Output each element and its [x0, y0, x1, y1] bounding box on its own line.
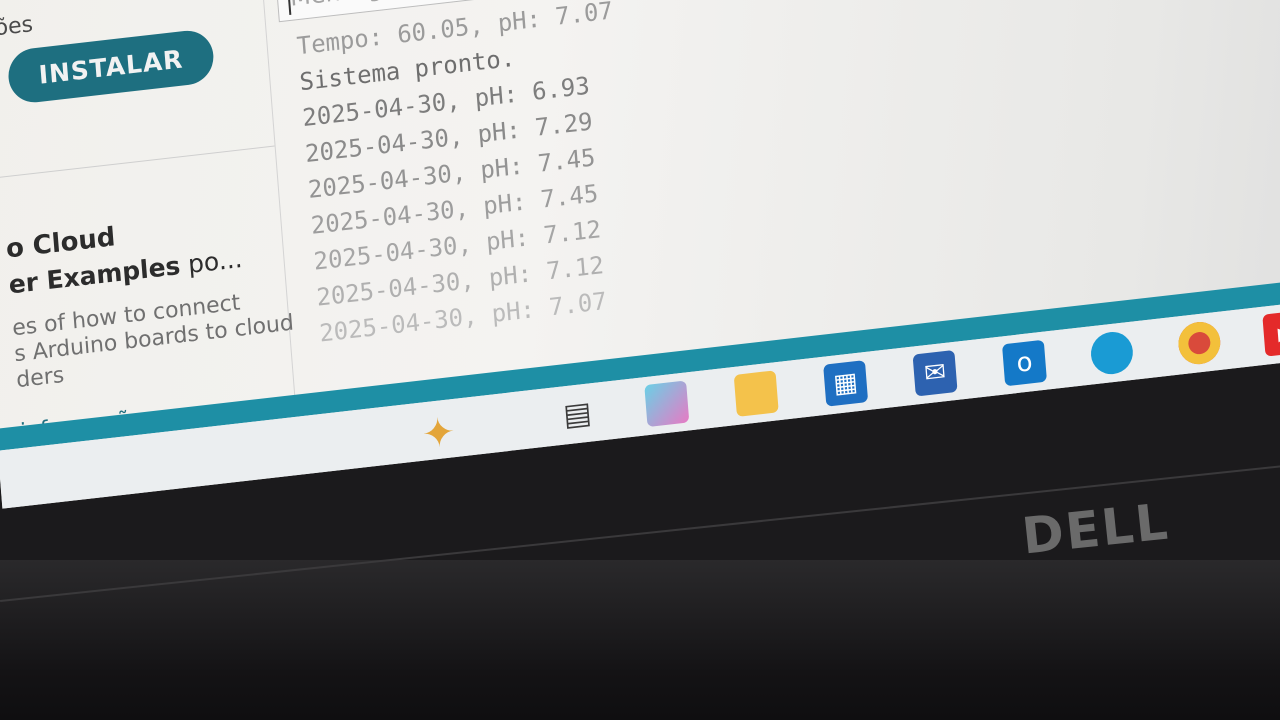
file-explorer-icon[interactable]: [733, 370, 779, 417]
outlook-icon[interactable]: o: [1001, 339, 1048, 387]
dell-logo: DELL: [1019, 492, 1173, 566]
youtube-icon[interactable]: ▶: [1262, 310, 1280, 357]
task-view-icon[interactable]: ▤: [555, 391, 600, 438]
divider: [0, 145, 275, 181]
library-card-description: es of how to connect s Arduino boards to…: [11, 284, 305, 395]
monitor-bezel: [0, 560, 1280, 720]
mail-icon[interactable]: ✉: [912, 349, 958, 397]
library-card-subtitle-rest: po...: [179, 243, 244, 280]
microsoft-store-icon[interactable]: ▦: [823, 360, 869, 407]
install-button[interactable]: INSTALAR: [6, 27, 216, 106]
edge-icon[interactable]: [1089, 329, 1135, 377]
library-card-title: o Cloud: [4, 222, 117, 265]
widgets-icon[interactable]: [644, 380, 690, 428]
library-desc-fragment: ões: [0, 12, 34, 42]
chrome-icon[interactable]: [1176, 319, 1222, 367]
serial-output: Tempo: 60.05, pH: 7.07 Sistema pronto. 2…: [295, 0, 636, 352]
copilot-icon[interactable]: ✦: [416, 409, 461, 459]
screen: ões INSTALAR o Cloud er Examples po... e…: [0, 0, 1280, 509]
taskbar-search[interactable]: Pesquisar: [38, 495, 145, 509]
